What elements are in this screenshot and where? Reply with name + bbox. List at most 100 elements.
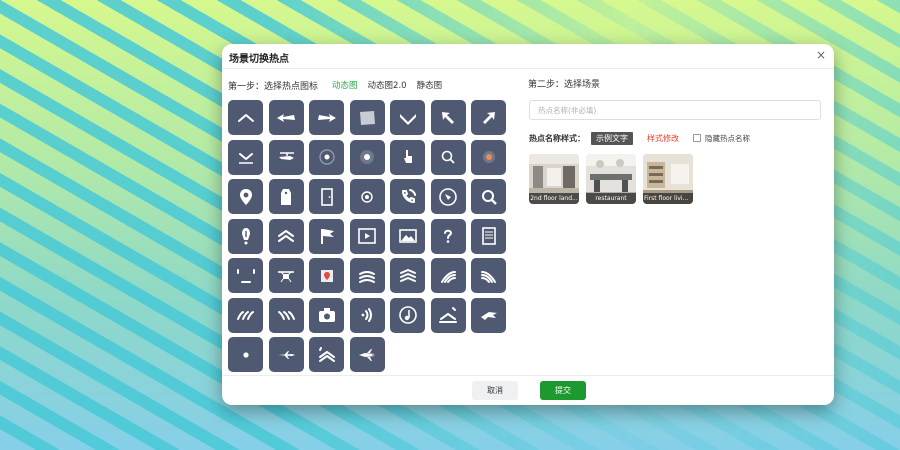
hotspot-icon-option[interactable] — [349, 337, 385, 372]
hotspot-icon-option[interactable] — [268, 337, 304, 372]
hotspot-icon-option[interactable] — [228, 258, 263, 293]
hotspot-icon-option[interactable] — [268, 100, 304, 135]
hotspot-icon-option[interactable] — [268, 139, 304, 175]
tab-dynamic[interactable]: 动态图 — [332, 79, 358, 91]
hotspot-icon-option[interactable] — [309, 337, 344, 372]
small-dot-icon — [242, 351, 249, 358]
scene-card[interactable]: 2nd floor land... — [529, 154, 579, 204]
airplane-icon — [278, 350, 295, 359]
hotspot-icon-option[interactable] — [268, 297, 304, 333]
drone-icon — [278, 270, 294, 282]
tab-dynamic-2[interactable]: 动态图2.0 — [368, 79, 407, 91]
hand-pointer-icon — [403, 150, 412, 163]
step2-label: 第二步：选择场景 — [528, 80, 601, 90]
square-plane-icon — [360, 110, 375, 125]
hotspot-icon-option[interactable] — [390, 297, 425, 333]
hotspot-icon-option[interactable] — [471, 100, 506, 135]
hotspot-icon-option[interactable] — [349, 258, 385, 293]
hotspot-icon-option[interactable] — [309, 100, 344, 135]
search-icon — [481, 189, 497, 205]
hotspot-modal: 场景切换热点 × 第一步：选择热点图标 动态图 动态图2.0 静态图 第二步：选… — [222, 44, 834, 405]
hotspot-icon-option[interactable] — [309, 218, 344, 254]
hotspot-icon-option[interactable] — [349, 100, 385, 135]
film-icon — [358, 228, 376, 244]
hotspot-icon-option[interactable] — [471, 297, 506, 333]
document-icon — [481, 227, 496, 245]
step1-label: 第一步：选择热点图标 — [228, 81, 319, 92]
name-style-row: 热点名称样式： 示例文字 样式修改 隐藏热点名称 — [529, 131, 750, 145]
cancel-button[interactable]: 取消 — [472, 381, 518, 400]
radio-dot-icon — [361, 190, 373, 203]
hotspot-icon-option[interactable] — [430, 179, 466, 214]
step1-header: 第一步：选择热点图标 动态图 动态图2.0 静态图 — [228, 78, 518, 92]
hotspot-icon-option[interactable] — [430, 258, 466, 293]
hotspot-icon-option[interactable] — [228, 218, 263, 254]
hotspot-icon-option[interactable] — [430, 218, 466, 254]
modal-header: 场景切换热点 × — [222, 44, 834, 69]
chevron-down-line-icon — [238, 153, 253, 164]
hotspot-icon-option[interactable] — [228, 100, 263, 135]
step2-pane: 第二步：选择场景 热点名称样式： 示例文字 样式修改 隐藏热点名称 2nd fl… — [528, 78, 822, 204]
music-note-icon — [398, 306, 417, 324]
hide-name-label[interactable]: 隐藏热点名称 — [705, 133, 750, 144]
hotspot-icon-option[interactable] — [430, 100, 466, 135]
hotspot-icon-option[interactable] — [349, 218, 385, 254]
magnifier-dot-icon — [441, 150, 455, 164]
hotspot-icon-option[interactable] — [309, 139, 344, 175]
double-chevron-corners-icon — [318, 346, 335, 362]
hotspot-icon-option[interactable] — [349, 297, 385, 333]
hotspot-icon-option[interactable] — [430, 297, 466, 333]
hotspot-icon-option[interactable] — [309, 297, 344, 333]
submit-button[interactable]: 提交 — [540, 381, 586, 400]
arrow-upleft-icon — [442, 111, 454, 124]
phone-ring-icon — [401, 188, 416, 203]
jet-left-icon — [359, 348, 375, 361]
face-corners-icon — [236, 268, 255, 283]
hotspot-icon-option[interactable] — [390, 218, 425, 254]
hotspot-icon-option[interactable] — [228, 139, 263, 175]
chevron-down-icon — [399, 113, 416, 125]
scene-card[interactable]: restaurant — [586, 154, 636, 204]
hotspot-icon-option[interactable] — [430, 139, 466, 175]
hotspot-icon-option[interactable] — [268, 258, 304, 293]
hotspot-icon-option[interactable] — [390, 258, 425, 293]
scene-name: restaurant — [586, 193, 636, 204]
hotspot-icon-option[interactable] — [471, 179, 506, 214]
tag-icon — [281, 188, 291, 205]
chevron-up-icon — [237, 113, 254, 122]
hotspot-name-input[interactable] — [529, 100, 821, 120]
hide-name-checkbox[interactable] — [693, 134, 701, 142]
hotspot-icon-option[interactable] — [228, 179, 263, 214]
hotspot-icon-option[interactable] — [228, 337, 263, 372]
target-dot-icon — [360, 150, 374, 164]
hotspot-icon-option[interactable] — [228, 297, 263, 333]
hotspot-icon-option[interactable] — [349, 139, 385, 175]
hotspot-icon-option[interactable] — [471, 139, 506, 175]
scene-name: 2nd floor land... — [529, 193, 579, 204]
hotspot-icon-option[interactable] — [390, 100, 425, 135]
speed-arrows-icon — [236, 311, 254, 320]
fighter-jet-icon — [480, 312, 497, 320]
target-ring-icon — [318, 149, 335, 165]
helicopter-icon — [279, 152, 294, 160]
door-icon — [320, 187, 333, 206]
tab-static[interactable]: 静态图 — [417, 79, 443, 91]
hotspot-icon-option[interactable] — [309, 258, 344, 293]
hotspot-icon-option[interactable] — [349, 179, 385, 214]
close-icon[interactable]: × — [814, 48, 828, 62]
picture-icon — [398, 229, 417, 243]
hotspot-icon-option[interactable] — [268, 179, 304, 214]
scene-card[interactable]: First floor livin... — [643, 154, 693, 204]
hotspot-icon-option[interactable] — [390, 179, 425, 214]
hotspot-icon-option[interactable] — [471, 258, 506, 293]
wave-arrows-b-icon — [480, 270, 496, 283]
compass-icon — [439, 187, 457, 206]
hotspot-icon-option[interactable] — [471, 218, 506, 254]
hotspot-icon-option[interactable] — [390, 139, 425, 175]
stacked-arrows-icon — [359, 270, 375, 283]
style-edit-link[interactable]: 样式修改 — [647, 133, 679, 144]
hotspot-icon-option[interactable] — [309, 179, 344, 214]
icon-grid — [228, 100, 518, 372]
hotspot-icon-option[interactable] — [268, 218, 304, 254]
scene-list: 2nd floor land... restaurant First floor… — [529, 154, 693, 204]
